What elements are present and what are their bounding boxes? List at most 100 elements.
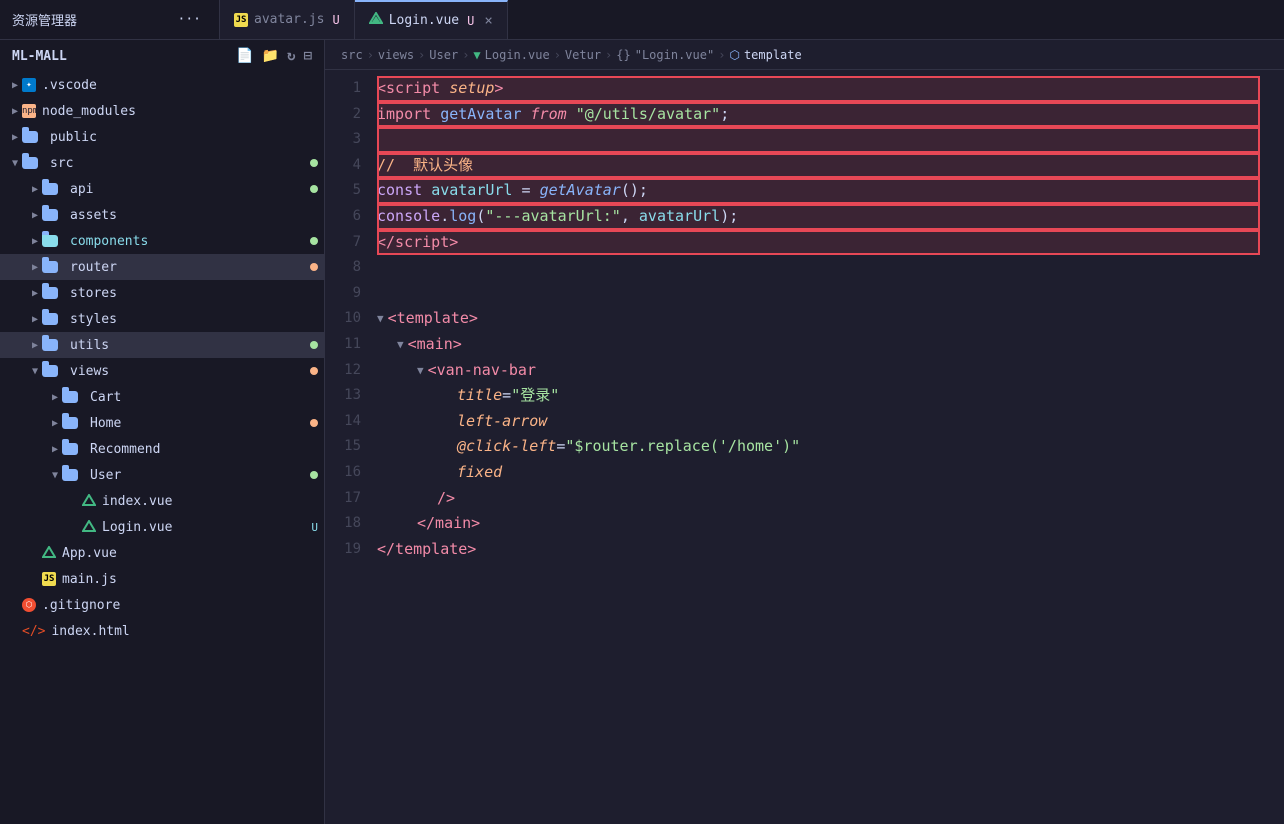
sidebar-item-public[interactable]: ▶ public bbox=[0, 124, 324, 150]
utils-folder-icon bbox=[42, 339, 64, 351]
semicolon: ; bbox=[720, 102, 729, 128]
stores-label: stores bbox=[70, 286, 117, 301]
parens: () bbox=[621, 178, 639, 204]
sidebar-item-stores[interactable]: ▶ stores bbox=[0, 280, 324, 306]
router-label: router bbox=[70, 260, 117, 275]
api-folder-icon bbox=[42, 183, 64, 195]
recommend-label: Recommend bbox=[90, 442, 160, 457]
code-line-17: /> bbox=[377, 486, 1260, 512]
tab-login-vue[interactable]: Login.vue U × bbox=[355, 0, 508, 39]
main-open: <main> bbox=[408, 332, 462, 358]
api-label: api bbox=[70, 182, 93, 197]
index-vue-icon bbox=[82, 494, 96, 508]
sidebar-item-home[interactable]: ▶ Home bbox=[0, 410, 324, 436]
sidebar-item-node-modules[interactable]: ▶ npm node_modules bbox=[0, 98, 324, 124]
sidebar-item-assets[interactable]: ▶ assets bbox=[0, 202, 324, 228]
api-badge bbox=[310, 185, 318, 193]
components-badge bbox=[310, 237, 318, 245]
bc-src: src bbox=[341, 48, 363, 62]
sidebar-item-cart[interactable]: ▶ Cart bbox=[0, 384, 324, 410]
code-line-8 bbox=[377, 255, 1260, 281]
new-folder-icon[interactable]: 📁 bbox=[262, 48, 279, 64]
bc-braces: {} bbox=[616, 48, 630, 62]
line-num-5: 5 bbox=[333, 178, 361, 204]
login-vue-icon bbox=[82, 520, 96, 534]
title-val: "登录" bbox=[511, 383, 559, 409]
code-line-13: title="登录" bbox=[377, 383, 1260, 409]
sidebar-item-src[interactable]: ▼ src bbox=[0, 150, 324, 176]
sidebar: ML-MALL 📄 📁 ↻ ⊟ ▶ ✦ .vscode ▶ npm node_m… bbox=[0, 40, 325, 824]
code-line-2: import getAvatar from "@/utils/avatar"; bbox=[377, 102, 1260, 128]
sidebar-item-index-vue[interactable]: ▶ index.vue bbox=[0, 488, 324, 514]
sidebar-item-main-js[interactable]: ▶ JS main.js bbox=[0, 566, 324, 592]
node-modules-icon: npm bbox=[22, 104, 36, 118]
sidebar-item-gitignore[interactable]: ▶ ⬡ .gitignore bbox=[0, 592, 324, 618]
arrow-icon: ▶ bbox=[8, 80, 22, 91]
sidebar-item-api[interactable]: ▶ api bbox=[0, 176, 324, 202]
sidebar-more-button[interactable]: ··· bbox=[172, 12, 207, 27]
refresh-icon[interactable]: ↻ bbox=[287, 48, 295, 64]
sidebar-item-login-vue[interactable]: ▶ Login.vue U bbox=[0, 514, 324, 540]
sidebar-item-vscode[interactable]: ▶ ✦ .vscode bbox=[0, 72, 324, 98]
sidebar-actions: 📄 📁 ↻ ⊟ bbox=[236, 48, 312, 64]
chevron-12: ▼ bbox=[417, 358, 424, 384]
bc-sep5: › bbox=[605, 48, 612, 62]
vue-tab-icon bbox=[369, 12, 383, 30]
views-badge bbox=[310, 367, 318, 375]
components-label: components bbox=[70, 234, 148, 249]
var-avatarurl2: avatarUrl bbox=[639, 204, 720, 230]
router-folder-icon bbox=[42, 261, 64, 273]
code-line-19: </template> bbox=[377, 537, 1260, 563]
bc-login-vue2: "Login.vue" bbox=[635, 48, 714, 62]
utils-badge bbox=[310, 341, 318, 349]
sidebar-item-components[interactable]: ▶ components bbox=[0, 228, 324, 254]
attr-leftarrow: left-arrow bbox=[457, 409, 547, 435]
code-line-16: fixed bbox=[377, 460, 1260, 486]
tag-close: > bbox=[494, 76, 503, 102]
arrow-icon: ▼ bbox=[48, 470, 62, 481]
new-file-icon[interactable]: 📄 bbox=[236, 48, 253, 64]
bc-sep1: › bbox=[367, 48, 374, 62]
log-close: ) bbox=[720, 204, 729, 230]
collapse-icon[interactable]: ⊟ bbox=[304, 48, 312, 64]
tab-login-close[interactable]: × bbox=[484, 13, 492, 29]
index-vue-label: index.vue bbox=[102, 494, 172, 509]
user-badge bbox=[310, 471, 318, 479]
sidebar-item-recommend[interactable]: ▶ Recommend bbox=[0, 436, 324, 462]
styles-folder-icon bbox=[42, 313, 64, 325]
console-kw: console bbox=[377, 204, 440, 230]
template-close: </template> bbox=[377, 537, 476, 563]
line-num-15: 15 bbox=[333, 434, 361, 460]
sidebar-item-views[interactable]: ▼ views bbox=[0, 358, 324, 384]
vscode-label: .vscode bbox=[42, 78, 97, 93]
home-folder-icon bbox=[62, 417, 84, 429]
line-num-4: 4 bbox=[333, 153, 361, 179]
tab-avatar-js[interactable]: JS avatar.js U bbox=[220, 0, 355, 39]
sidebar-item-app-vue[interactable]: ▶ App.vue bbox=[0, 540, 324, 566]
import-keyword: import bbox=[377, 102, 440, 128]
tag-open: <script bbox=[377, 76, 449, 102]
arrow-icon: ▶ bbox=[28, 236, 42, 247]
line-num-12: 12 bbox=[333, 358, 361, 384]
eq1: = bbox=[502, 383, 511, 409]
sidebar-item-router[interactable]: ▶ router bbox=[0, 254, 324, 280]
sidebar-item-styles[interactable]: ▶ styles bbox=[0, 306, 324, 332]
self-close: /> bbox=[437, 486, 455, 512]
sidebar-title: 资源管理器 ··· bbox=[0, 0, 220, 39]
line-num-9: 9 bbox=[333, 281, 361, 307]
arrow-icon: ▶ bbox=[28, 340, 42, 351]
public-label: public bbox=[50, 130, 97, 145]
comma: , bbox=[621, 204, 639, 230]
attr-setup: setup bbox=[449, 76, 494, 102]
arrow-icon: ▶ bbox=[48, 392, 62, 403]
login-vue-label: Login.vue bbox=[102, 520, 172, 535]
js-file-icon: JS bbox=[234, 13, 248, 27]
sidebar-item-index-html[interactable]: ▶ </> index.html bbox=[0, 618, 324, 644]
bc-element-icon: ⬡ bbox=[729, 48, 739, 62]
npm-icon: npm bbox=[22, 104, 36, 118]
sidebar-item-utils[interactable]: ▶ utils bbox=[0, 332, 324, 358]
tabs-container: JS avatar.js U Login.vue U × bbox=[220, 0, 1284, 39]
sidebar-item-user[interactable]: ▼ User bbox=[0, 462, 324, 488]
code-editor[interactable]: 1 2 3 4 5 6 7 8 9 10 11 12 13 14 15 16 1… bbox=[325, 70, 1284, 824]
recommend-folder-icon bbox=[62, 443, 84, 455]
